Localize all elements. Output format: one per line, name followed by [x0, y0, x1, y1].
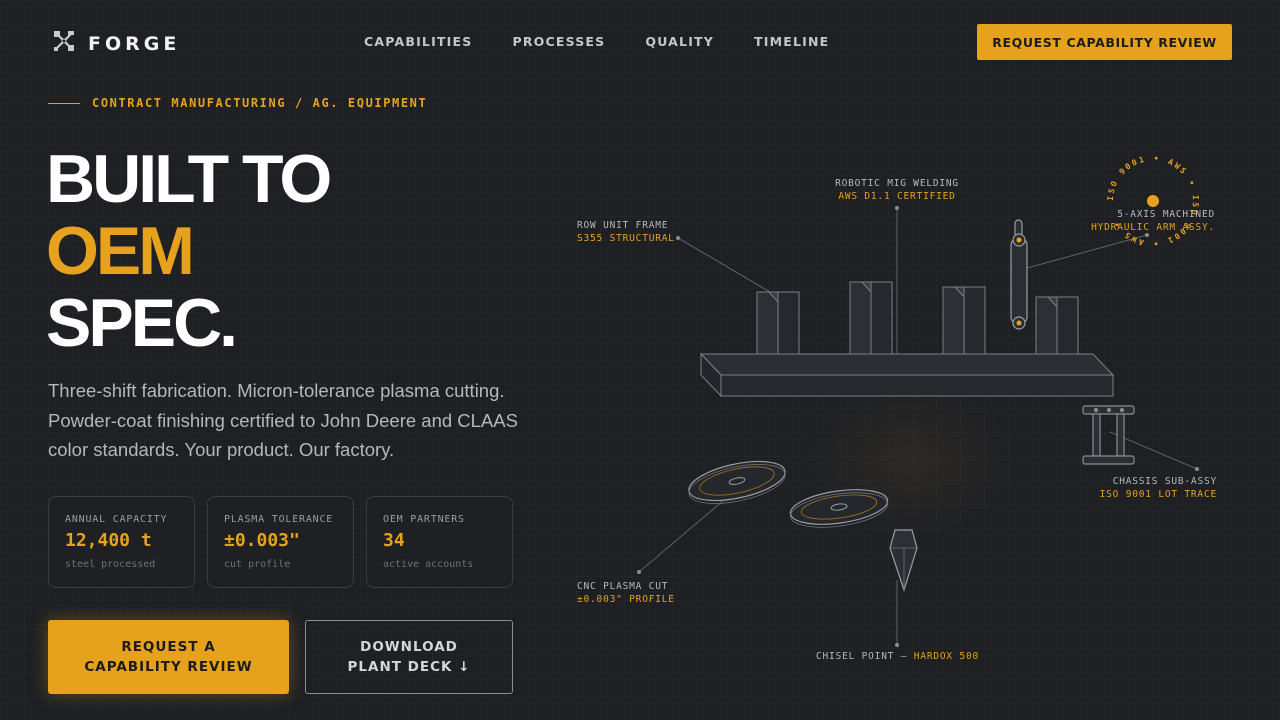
callout-sub: HARDOX 500: [913, 651, 979, 662]
callout-welding: ROBOTIC MIG WELDING AWS D1.1 CERTIFIED: [812, 177, 982, 203]
hydraulic-arm: [1010, 219, 1028, 330]
leader-frame: [677, 237, 771, 293]
chassis-sub-assy: [1082, 405, 1135, 465]
plasma-disc-1: [688, 460, 786, 504]
callout-sub: ±0.003" PROFILE: [577, 594, 675, 605]
callout-title: ROBOTIC MIG WELDING: [835, 178, 959, 189]
callout-plasma: CNC PLASMA CUT ±0.003" PROFILE: [577, 580, 675, 606]
callout-machined: 5-AXIS MACHINED HYDRAULIC ARM ASSY.: [1060, 208, 1215, 234]
callout-title: 5-AXIS MACHINED: [1117, 209, 1215, 220]
plasma-disc-2: [789, 489, 889, 528]
callout-sub: HYDRAULIC ARM ASSY.: [1091, 222, 1215, 233]
row-unit-frame: [699, 352, 1115, 398]
leader-machined: [1019, 234, 1148, 271]
callout-title: CNC PLASMA CUT: [577, 581, 669, 592]
frame-uprights: [756, 281, 1079, 355]
leader-plasma: [638, 499, 725, 573]
callout-sub: S355 STRUCTURAL: [577, 233, 675, 244]
factory-diagram: ISO 9001 • AWS • ISO 9001 • AWS •: [637, 154, 1199, 647]
callout-chisel: CHISEL POINT — HARDOX 500: [816, 650, 979, 663]
callout-sub: AWS D1.1 CERTIFIED: [838, 191, 956, 202]
callout-chassis: CHASSIS SUB-ASSY ISO 9001 LOT TRACE: [1060, 475, 1217, 501]
callout-sub: ISO 9001 LOT TRACE: [1099, 489, 1217, 500]
callout-title: CHISEL POINT —: [816, 651, 914, 662]
callout-title: ROW UNIT FRAME: [577, 220, 669, 231]
callout-frame: ROW UNIT FRAME S355 STRUCTURAL: [577, 219, 675, 245]
chisel-point: [889, 529, 918, 592]
callout-title: CHASSIS SUB-ASSY: [1112, 476, 1217, 487]
